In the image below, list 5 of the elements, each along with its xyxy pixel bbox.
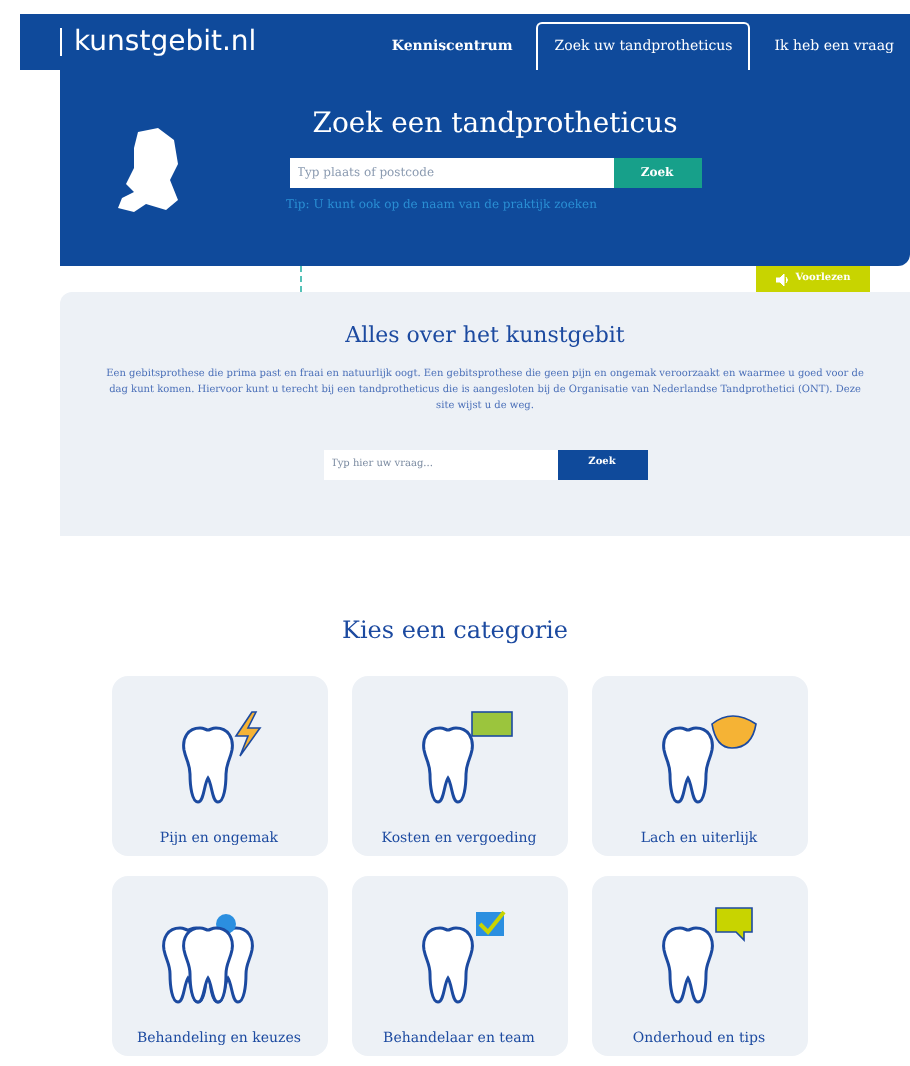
logo[interactable]: kunstgebit.nl <box>60 28 257 56</box>
categories-title: Kies een categorie <box>341 614 568 648</box>
hero-title: Zoek een tandprotheticus <box>312 106 678 144</box>
intro-title: Alles over het kunstgebit <box>345 320 625 352</box>
speaker-icon <box>775 273 790 285</box>
